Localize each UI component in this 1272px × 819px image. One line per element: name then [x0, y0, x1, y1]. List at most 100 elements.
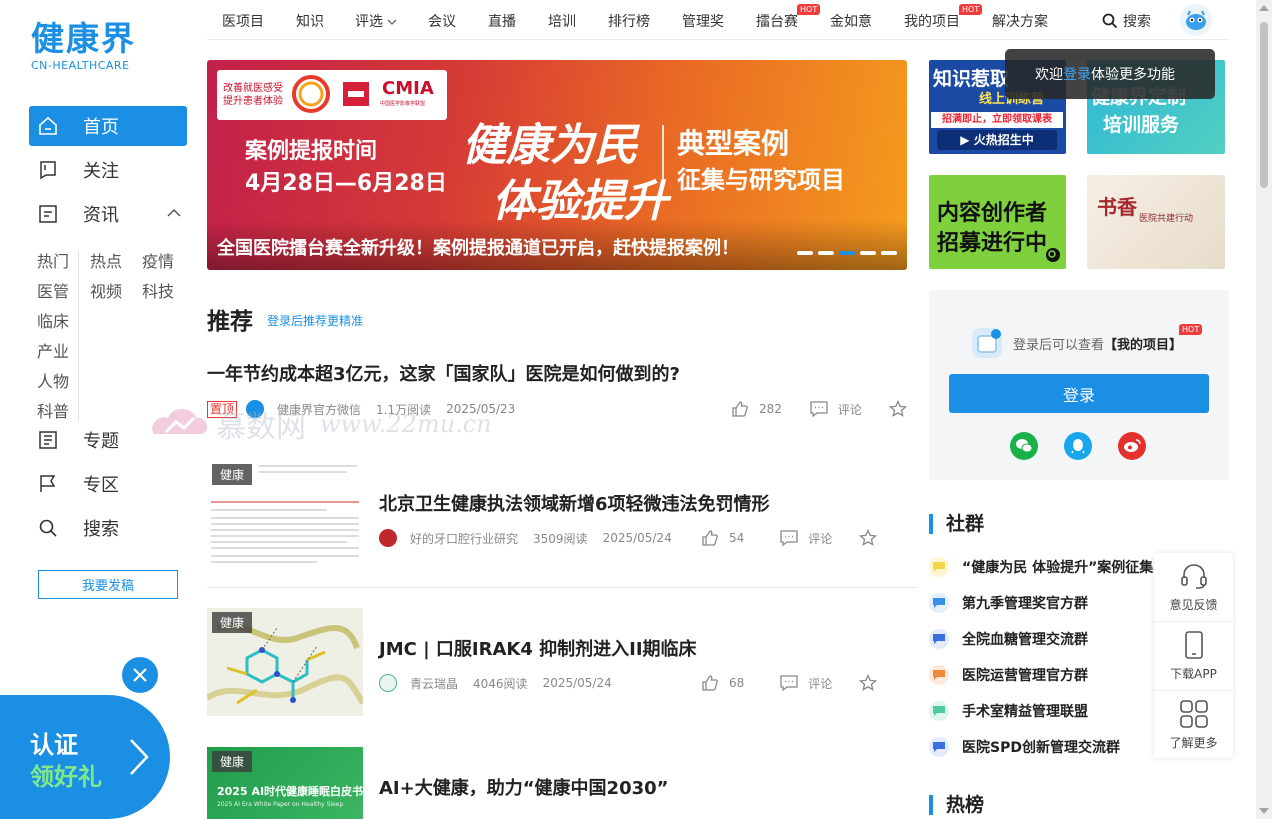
scroll-up-arrow-icon[interactable] — [1259, 5, 1269, 11]
login-card: 登录后可以查看【我的项目】 HOT 登录 — [929, 290, 1229, 480]
nav-item-dropdown[interactable]: 评选 — [355, 11, 397, 31]
logo-text: 健康界 — [31, 19, 136, 58]
nav-item[interactable]: 知识 — [296, 11, 324, 31]
wechat-login-button[interactable] — [1010, 432, 1038, 460]
community-section-title: 社群 — [929, 514, 984, 534]
subcategory-link[interactable]: 热点 — [90, 247, 122, 277]
nav-item[interactable]: 医项目 — [222, 11, 264, 31]
comment-button[interactable]: 评论 — [810, 401, 862, 418]
subcategory-link[interactable]: 疫情 — [142, 247, 174, 277]
like-button[interactable]: 54 — [701, 529, 744, 547]
favorite-button[interactable] — [859, 674, 878, 692]
carousel-dot[interactable] — [881, 251, 897, 255]
nav-item-hot[interactable]: 我的项目 HOT — [904, 4, 983, 31]
tooltip-text-after: 体验更多功能 — [1091, 67, 1175, 83]
flag-icon — [37, 473, 59, 495]
carousel-dot-active[interactable] — [839, 251, 855, 255]
period-label: 案例提报时间 — [245, 139, 378, 164]
favorite-button[interactable] — [859, 529, 878, 547]
group-name: “健康为民 体验提升”案例征集 — [962, 560, 1154, 576]
tooltip-login-link[interactable]: 登录 — [1063, 67, 1091, 83]
subcategory-link[interactable]: 视频 — [90, 277, 122, 307]
nav-item[interactable]: 培训 — [548, 11, 576, 31]
promo-tile-bookshelf[interactable]: 书香 医院共建行动 — [1087, 175, 1225, 269]
community-group-item[interactable]: 医院运营管理官方群 — [929, 665, 1088, 685]
source-avatar[interactable] — [379, 674, 397, 692]
article-title[interactable]: 一年节约成本超3亿元，这家「国家队」医院是如何做到的? — [207, 360, 680, 386]
page-scrollbar[interactable] — [1256, 0, 1272, 819]
carousel-dot[interactable] — [818, 251, 834, 255]
nav-item[interactable]: 会议 — [428, 11, 456, 31]
sidebar-item-news[interactable]: 资讯 — [29, 194, 187, 234]
tile-title: 书香 — [1097, 195, 1137, 219]
hero-banner[interactable]: 改善就医感受 提升患者体验 CMIA 中国医学影像学联盟 案例提报时间 4月28… — [207, 60, 907, 270]
weibo-login-button[interactable] — [1118, 432, 1146, 460]
submit-article-button[interactable]: 我要发稿 — [38, 570, 178, 599]
like-button[interactable]: 282 — [731, 400, 782, 418]
nav-item[interactable]: 金如意 — [830, 11, 872, 31]
top-search-button[interactable]: 搜索 — [1102, 11, 1151, 31]
sidebar-item-follow[interactable]: 关注 — [29, 150, 187, 190]
article-source[interactable]: 好的牙口腔行业研究 — [410, 530, 518, 547]
feedback-button[interactable]: 意见反馈 — [1154, 553, 1233, 621]
site-logo[interactable]: 健康界 CN-HEALTHCARE — [31, 19, 136, 73]
community-group-item[interactable]: 第九季管理奖官方群 — [929, 593, 1088, 613]
like-button[interactable]: 68 — [701, 674, 744, 692]
download-app-button[interactable]: 下载APP — [1154, 621, 1233, 689]
subcategory-link[interactable]: 产业 — [37, 337, 69, 367]
feed-login-hint[interactable]: 登录后推荐更精准 — [267, 312, 363, 329]
carousel-dot[interactable] — [797, 251, 813, 255]
carousel-dot[interactable] — [860, 251, 876, 255]
community-group-item[interactable]: “健康为民 体验提升”案例征集 — [929, 557, 1153, 577]
user-avatar[interactable] — [1180, 4, 1212, 36]
nav-item-hot[interactable]: 擂台赛 HOT — [756, 4, 821, 31]
article-thumbnail[interactable]: 2025 AI时代健康睡眠白皮书 2025 AI Era White Paper… — [207, 747, 363, 819]
subcategory-link[interactable]: 热门 — [37, 247, 69, 277]
nav-item[interactable]: 排行榜 — [608, 11, 650, 31]
qq-login-button[interactable] — [1064, 432, 1092, 460]
sidebar-item-home[interactable]: 首页 — [29, 106, 187, 146]
community-group-item[interactable]: 手术室精益管理联盟 — [929, 701, 1088, 721]
scrollbar-thumb[interactable] — [1260, 22, 1268, 188]
hot-badge: HOT — [797, 4, 821, 15]
article-thumbnail[interactable]: 健康 — [207, 608, 363, 716]
subcategory-link[interactable]: 医管 — [37, 277, 69, 307]
group-chat-icon — [929, 629, 949, 649]
article-source[interactable]: 青云瑞晶 — [410, 675, 458, 692]
subcategory-link[interactable]: 科技 — [142, 277, 174, 307]
article-title[interactable]: JMC | 口服IRAK4 抑制剂进入II期临床 — [379, 635, 697, 661]
banner-caption: 全国医院擂台赛全新升级！案例提报通道已开启，赶快提报案例！ — [217, 238, 739, 259]
source-avatar[interactable] — [379, 529, 397, 547]
sidebar-item-label: 搜索 — [83, 519, 119, 540]
community-group-item[interactable]: 医院SPD创新管理交流群 — [929, 737, 1120, 757]
close-promo-button[interactable] — [122, 657, 158, 693]
article-thumbnail[interactable]: 健康 — [207, 460, 363, 568]
star-icon — [859, 674, 878, 691]
comment-icon — [780, 530, 798, 546]
community-group-item[interactable]: 全院血糖管理交流群 — [929, 629, 1088, 649]
favorite-button[interactable] — [888, 400, 907, 418]
sidebar-item-search[interactable]: 搜索 — [29, 508, 187, 548]
sidebar-item-zones[interactable]: 专区 — [29, 464, 187, 504]
learn-more-button[interactable]: 了解更多 — [1154, 690, 1233, 758]
certification-promo[interactable]: 认证 领好礼 — [0, 695, 170, 819]
article-title[interactable]: AI+大健康，助力“健康中国2030” — [379, 774, 668, 800]
sidebar-item-label: 专题 — [83, 431, 119, 452]
group-name: 医院SPD创新管理交流群 — [962, 740, 1120, 756]
grid-icon — [1179, 699, 1208, 728]
scroll-down-arrow-icon[interactable] — [1259, 808, 1269, 814]
float-item-label: 下载APP — [1170, 666, 1217, 681]
subcategory-link[interactable]: 人物 — [37, 367, 69, 397]
promo-tile-creators[interactable]: 内容创作者 招募进行中 — [929, 175, 1066, 269]
nav-item-label: 评选 — [355, 14, 383, 30]
article-title[interactable]: 北京卫生健康执法领域新增6项轻微违法免罚情形 — [379, 490, 770, 516]
comment-button[interactable]: 评论 — [780, 530, 832, 547]
subcategory-link[interactable]: 临床 — [37, 307, 69, 337]
comment-button[interactable]: 评论 — [780, 675, 832, 692]
nav-item[interactable]: 管理奖 — [682, 11, 724, 31]
thumbs-up-icon — [732, 401, 748, 417]
nav-item[interactable]: 解决方案 — [992, 11, 1048, 31]
chevron-up-icon[interactable] — [167, 206, 181, 222]
login-button[interactable]: 登录 — [949, 374, 1209, 413]
nav-item[interactable]: 直播 — [488, 11, 516, 31]
